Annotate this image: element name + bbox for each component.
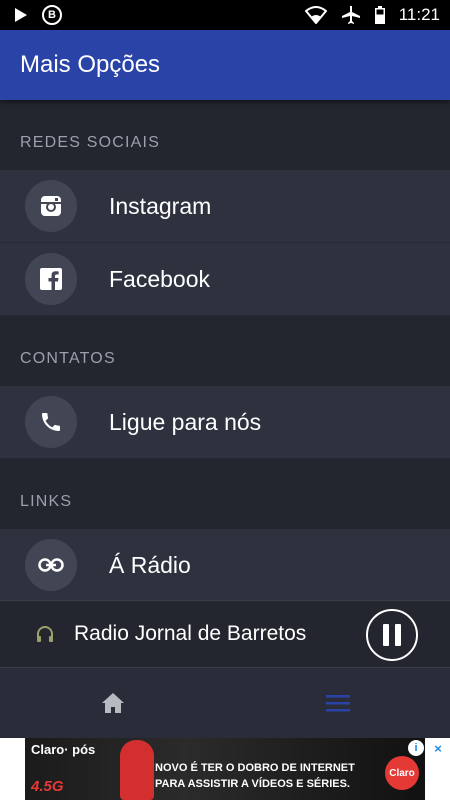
list-item-label: Facebook: [109, 265, 211, 292]
pause-icon: [383, 624, 389, 646]
clock: 11:21: [398, 5, 440, 24]
app-bar: Mais Opções: [0, 30, 450, 100]
play-notification-icon: [15, 8, 27, 22]
page-title: Mais Opções: [20, 51, 161, 78]
nav-menu[interactable]: [225, 668, 450, 738]
now-playing-bar[interactable]: Radio Jornal de Barretos: [0, 600, 450, 668]
phone-icon: [25, 396, 77, 448]
ad-headline-1: NOVO É TER O DOBRO DE INTERNET: [155, 762, 355, 774]
ad-brand: Claro· pós: [31, 742, 96, 757]
notification-badge-icon: B: [42, 5, 62, 25]
list-item-label: Á Rádio: [109, 551, 191, 578]
list-item-label: Instagram: [109, 192, 212, 219]
ad-headline-2: PARA ASSISTIR A VÍDEOS E SÉRIES.: [155, 778, 350, 790]
ad-close-icon[interactable]: ×: [430, 740, 446, 756]
list-item-label: Ligue para nós: [109, 408, 262, 435]
ad-person-image: [120, 740, 154, 800]
nav-home[interactable]: [0, 668, 225, 738]
station-name: Radio Jornal de Barretos: [74, 622, 307, 645]
ad-tag: 4.5G: [31, 778, 64, 795]
ad-banner[interactable]: Claro· pós 4.5G NOVO É TER O DOBRO DE IN…: [0, 738, 450, 800]
wifi-icon: [304, 6, 327, 24]
list-item-a-radio[interactable]: Á Rádio: [0, 529, 450, 600]
home-icon: [101, 693, 124, 713]
instagram-icon: [25, 180, 77, 232]
bottom-navigation: [0, 668, 450, 738]
airplane-mode-icon: [341, 6, 360, 24]
options-list[interactable]: REDES SOCIAIS Instagram Facebook CONTATO…: [0, 100, 450, 600]
list-item-ligue-para-nos[interactable]: Ligue para nós: [0, 386, 450, 459]
ad-creative[interactable]: Claro· pós 4.5G NOVO É TER O DOBRO DE IN…: [25, 738, 425, 800]
battery-icon: [374, 6, 385, 24]
ad-logo: Claro: [385, 756, 419, 790]
menu-icon: [325, 695, 350, 712]
headphones-icon: [37, 626, 53, 642]
link-icon: [25, 539, 77, 591]
list-item-instagram[interactable]: Instagram: [0, 170, 450, 243]
section-header-links: LINKS: [20, 493, 73, 510]
facebook-icon: [25, 253, 77, 305]
section-header-contatos: CONTATOS: [20, 350, 116, 367]
list-item-facebook[interactable]: Facebook: [0, 243, 450, 316]
section-header-redes-sociais: REDES SOCIAIS: [20, 134, 161, 151]
status-bar: B 11:21: [0, 0, 450, 30]
ad-info-icon[interactable]: i: [408, 740, 424, 756]
pause-button[interactable]: [366, 609, 418, 661]
